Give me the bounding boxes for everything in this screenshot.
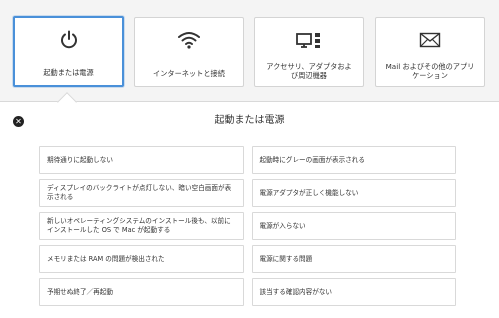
panel-title: 起動または電源: [214, 115, 285, 126]
category-accessories[interactable]: アクセサリ、アダプタおよび周辺機器: [254, 17, 364, 87]
category-label: アクセサリ、アダプタおよび周辺機器: [266, 62, 352, 80]
category-mail-apps[interactable]: Mail およびその他のアプリケーション: [375, 17, 485, 87]
topic-item[interactable]: ディスプレイのバックライトが点灯しない、暗い空白画面が表示される: [39, 179, 244, 207]
power-icon: [58, 28, 80, 52]
topic-item[interactable]: 予期せぬ終了／再起動: [39, 278, 244, 306]
category-label: Mail およびその他のアプリケーション: [385, 62, 475, 80]
category-label: インターネットと接続: [153, 69, 225, 78]
mail-icon: [419, 28, 441, 52]
topic-row: 期待通りに起動しない 起動時にグレーの画面が表示される: [39, 146, 456, 174]
category-label: 起動または電源: [43, 68, 94, 77]
category-startup-power[interactable]: 起動または電源: [13, 16, 124, 87]
wifi-icon: [177, 28, 201, 52]
topic-item[interactable]: 電源が入らない: [251, 212, 456, 240]
category-internet[interactable]: インターネットと接続: [134, 17, 244, 87]
topic-item[interactable]: メモリまたは RAM の問題が検出された: [39, 245, 244, 273]
topic-row: ディスプレイのバックライトが点灯しない、暗い空白画面が表示される 電源アダプタが…: [39, 179, 456, 207]
topic-item[interactable]: 該当する確認内容がない: [251, 278, 456, 306]
topic-grid: 期待通りに起動しない 起動時にグレーの画面が表示される ディスプレイのバックライ…: [39, 146, 456, 311]
topic-row: 予期せぬ終了／再起動 該当する確認内容がない: [39, 278, 456, 306]
peripherals-icon: [295, 28, 323, 52]
topic-row: メモリまたは RAM の問題が検出された 電源に関する問題: [39, 245, 456, 273]
topic-item[interactable]: 電源アダプタが正しく機能しない: [251, 179, 456, 207]
topic-row: 新しいオペレーティングシステムのインストール後も、以前にインストールした OS …: [39, 212, 456, 240]
topic-item[interactable]: 起動時にグレーの画面が表示される: [251, 146, 456, 174]
topic-item[interactable]: 新しいオペレーティングシステムのインストール後も、以前にインストールした OS …: [39, 212, 244, 240]
topic-item[interactable]: 期待通りに起動しない: [39, 146, 244, 174]
topic-item[interactable]: 電源に関する問題: [251, 245, 456, 273]
